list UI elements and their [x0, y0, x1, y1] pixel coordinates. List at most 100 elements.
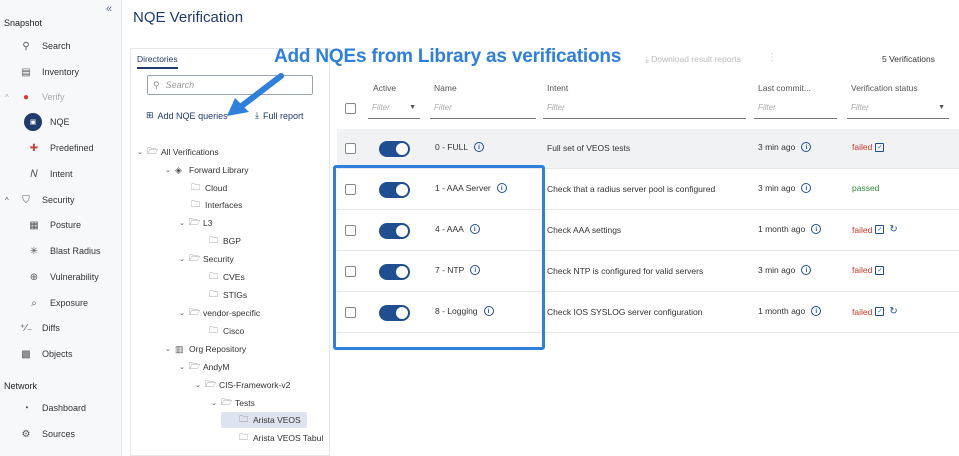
tree-item[interactable]: ⌄ 🗁 Security: [179, 251, 234, 267]
tree-item[interactable]: ⌄ 🗁 Tests: [211, 395, 255, 411]
annotation-highlight-box: [333, 165, 545, 350]
tree-item[interactable]: 🗀 Cisco: [209, 323, 244, 339]
nav-item-posture[interactable]: ▦ Posture: [0, 215, 122, 235]
page-title: NQE Verification: [133, 9, 244, 26]
nav-item-vulnerability[interactable]: ⊕ Vulnerability: [0, 267, 122, 287]
info-icon[interactable]: i: [801, 142, 812, 152]
tab-directories[interactable]: Directories: [137, 54, 178, 69]
network-section-title: Network: [4, 381, 38, 391]
select-all-checkbox[interactable]: [345, 103, 356, 114]
row-checkbox[interactable]: [345, 143, 356, 154]
nav-item-sources[interactable]: ⚙ Sources: [0, 424, 122, 444]
folder-open-icon: 🗁: [189, 361, 201, 371]
nav-item-dashboard[interactable]: ◔ Dashboard: [0, 398, 122, 418]
nav-item-predefined[interactable]: ✚ Predefined: [0, 138, 122, 158]
info-icon[interactable]: i: [801, 265, 812, 275]
filter-active-select[interactable]: Filter ▼: [368, 97, 420, 119]
tree-item[interactable]: 🗀 BGP: [209, 233, 241, 249]
folder-icon: 🗀: [209, 271, 219, 281]
status-detail-icon[interactable]: ✓: [875, 225, 885, 234]
folder-icon: 🗀: [209, 325, 219, 335]
annotation-callout: Add NQEs from Library as verifications: [274, 46, 622, 67]
last-commit: 3 min ago: [758, 142, 796, 152]
refresh-icon[interactable]: ↻: [889, 306, 897, 317]
info-icon[interactable]: i: [811, 224, 822, 234]
nav-item-nqe[interactable]: ▣ NQE: [0, 112, 122, 132]
col-header-last-commit[interactable]: Last commit...: [758, 83, 811, 93]
snapshot-section-title: Snapshot: [4, 18, 43, 28]
predefined-icon: ✚: [29, 142, 39, 154]
tree-item[interactable]: 🗀 Cloud: [191, 180, 227, 196]
nav-item-diffs[interactable]: ⁺∕₋ Diffs: [0, 318, 122, 338]
status-detail-icon[interactable]: ✓: [875, 142, 885, 152]
info-icon[interactable]: i: [801, 183, 812, 193]
nav-item-intent[interactable]: 𝑁 Intent: [0, 164, 122, 184]
status-badge[interactable]: failed: [852, 265, 872, 275]
folder-icon: 🗀: [209, 289, 219, 299]
shield-icon: ⛉: [22, 194, 30, 206]
info-icon[interactable]: i: [811, 306, 822, 316]
filter-last-commit-input[interactable]: Filter: [754, 97, 837, 119]
chevron-up-icon: ^: [5, 195, 9, 205]
double-chevron-left-icon[interactable]: «: [106, 3, 112, 15]
sources-icon: ⚙: [21, 428, 31, 440]
posture-icon: ▦: [29, 219, 39, 231]
nav-item-objects[interactable]: ▩ Objects: [0, 344, 122, 364]
nav-item-exposure[interactable]: ⌕ Exposure: [0, 293, 122, 313]
tree-item[interactable]: 🗀 CVEs: [209, 269, 245, 285]
col-header-active[interactable]: Active: [373, 83, 396, 93]
active-toggle[interactable]: [379, 141, 410, 157]
nav-item-security[interactable]: ^ ⛉ Security: [0, 190, 122, 210]
nav-item-inventory[interactable]: ▤ Inventory: [0, 62, 122, 82]
refresh-icon[interactable]: ↻: [889, 224, 897, 235]
tree-item-selected[interactable]: 🗀 Arista VEOS: [221, 412, 307, 428]
left-nav: « Snapshot ⚲ Search ▤ Inventory ^ ● Veri…: [0, 0, 122, 456]
tree-item[interactable]: ⌄ ▥ Org Repository: [165, 341, 246, 357]
objects-icon: ▩: [21, 348, 31, 360]
col-header-name[interactable]: Name: [434, 83, 457, 93]
status-detail-icon[interactable]: ✓: [875, 265, 885, 275]
nav-item-verify[interactable]: ^ ● Verify: [0, 87, 122, 107]
col-header-intent[interactable]: Intent: [547, 83, 568, 93]
diffs-icon: ⁺∕₋: [19, 322, 33, 334]
tree-item[interactable]: ⌄ 🗁 vendor-specific: [179, 305, 260, 321]
filter-name-input[interactable]: Filter: [430, 97, 536, 119]
folder-open-icon: 🗁: [147, 146, 159, 156]
filter-intent-input[interactable]: Filter: [543, 97, 746, 119]
tree-item[interactable]: 🗀 Arista VEOS Tabul: [239, 430, 323, 446]
verification-intent: Check IOS SYSLOG server configuration: [547, 307, 703, 317]
tree-item[interactable]: ⌄ 🗁 AndyM: [179, 359, 229, 375]
folder-open-icon: 🗁: [189, 307, 201, 317]
vulnerability-icon: ⊕: [29, 271, 39, 283]
more-options-icon[interactable]: ⋮: [767, 52, 777, 63]
table-row[interactable]: 0 - FULL i Full set of VEOS tests 3 min a…: [337, 129, 959, 169]
tree-item[interactable]: ⌄ 🗁 All Verifications: [137, 144, 219, 160]
nav-item-blast-radius[interactable]: ✳ Blast Radius: [0, 241, 122, 261]
blast-radius-icon: ✳: [29, 245, 39, 257]
tree-item[interactable]: ⌄ 🗁 L3: [179, 215, 212, 231]
folder-open-icon: 🗁: [221, 397, 233, 407]
dashboard-icon: ◔: [22, 402, 30, 414]
status-detail-icon[interactable]: ✓: [875, 307, 885, 316]
download-result-reports-button[interactable]: ⤓ Download result reports: [645, 54, 741, 65]
intent-icon: 𝑁: [30, 168, 38, 180]
tree-item[interactable]: ⌄ ◈ Forward Library: [165, 162, 249, 178]
tree-item[interactable]: 🗀 Interfaces: [191, 197, 242, 213]
status-badge[interactable]: passed: [852, 183, 879, 193]
verify-icon: ●: [22, 91, 30, 103]
tree-item[interactable]: 🗀 STIGs: [209, 287, 247, 303]
add-nqe-queries-button[interactable]: ⊞ Add NQE queries: [146, 110, 228, 121]
nav-item-search[interactable]: ⚲ Search: [0, 36, 122, 56]
exposure-icon: ⌕: [31, 297, 37, 309]
col-header-status[interactable]: Verification status: [851, 83, 918, 93]
info-icon[interactable]: i: [474, 142, 485, 152]
tree-item[interactable]: ⌄ 🗁 CIS-Framework-v2: [195, 377, 290, 393]
filter-status-select[interactable]: Filter ▼: [847, 97, 949, 119]
status-badge[interactable]: failed: [852, 225, 872, 235]
folder-icon: 🗀: [239, 432, 249, 442]
status-badge[interactable]: failed: [852, 307, 872, 317]
annotation-arrow-icon: [227, 73, 284, 116]
status-badge[interactable]: failed: [852, 142, 872, 152]
folder-open-icon: 🗁: [205, 379, 217, 389]
folder-icon: 🗀: [191, 182, 201, 192]
